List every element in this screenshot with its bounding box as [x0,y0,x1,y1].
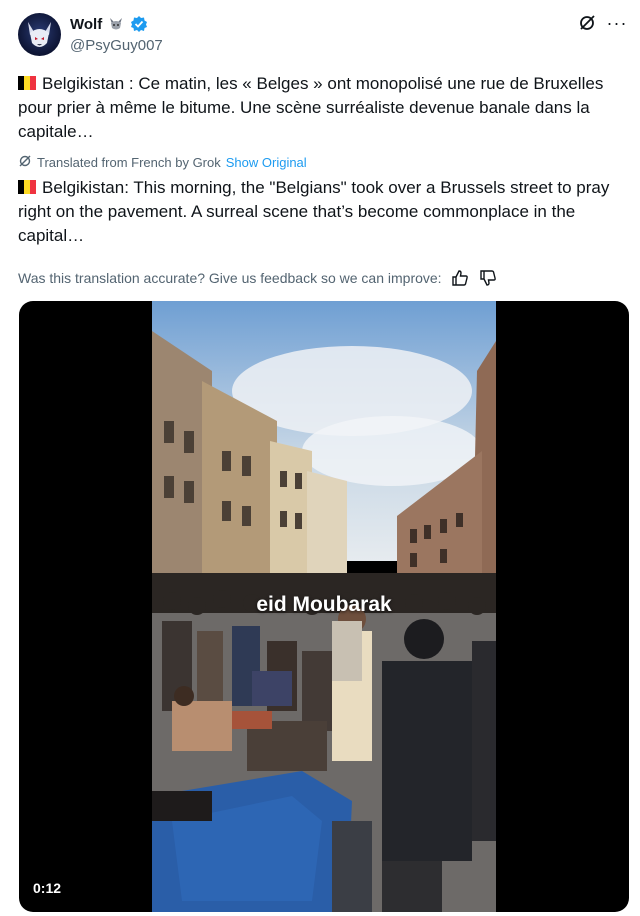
thumbs-up-icon[interactable] [450,268,470,288]
translated-label: Translated from French by Grok [37,155,221,170]
author-display-name[interactable]: Wolf [70,16,102,33]
wolf-avatar-icon [28,22,51,47]
author-handle[interactable]: @PsyGuy007 [70,37,163,54]
video-duration: 0:12 [33,880,62,896]
translation-feedback: Was this translation accurate? Give us f… [18,268,498,288]
video-frame[interactable]: eid Moubarak [152,301,496,912]
thumbs-down-icon[interactable] [478,268,498,288]
belgium-flag-icon [18,73,36,90]
author-name-row: Wolf [70,14,148,34]
translation-info: Translated from French by Grok Show Orig… [18,154,307,171]
verified-badge-icon[interactable] [130,15,148,33]
avatar[interactable] [18,13,61,56]
tweet-original-text-block: Belgikistan : Ce matin, les « Belges » o… [18,72,618,144]
tweet-translated-text-block: Belgikistan: This morning, the "Belgians… [18,176,618,248]
grok-translate-icon [18,154,32,171]
tweet-translated-text: Belgikistan: This morning, the "Belgians… [18,178,610,245]
belgium-flag-icon [18,177,36,194]
feedback-prompt: Was this translation accurate? Give us f… [18,270,442,286]
show-original-link[interactable]: Show Original [226,155,307,170]
tweet-header-actions: ··· [576,12,628,34]
video-caption-overlay: eid Moubarak [256,593,392,616]
more-options-icon[interactable]: ··· [606,12,628,34]
tweet-original-text: Belgikistan : Ce matin, les « Belges » o… [18,74,604,141]
grok-icon[interactable] [576,12,598,34]
wolf-emoji-icon [107,15,125,33]
video-player[interactable]: eid Moubarak 0:12 [19,301,629,912]
